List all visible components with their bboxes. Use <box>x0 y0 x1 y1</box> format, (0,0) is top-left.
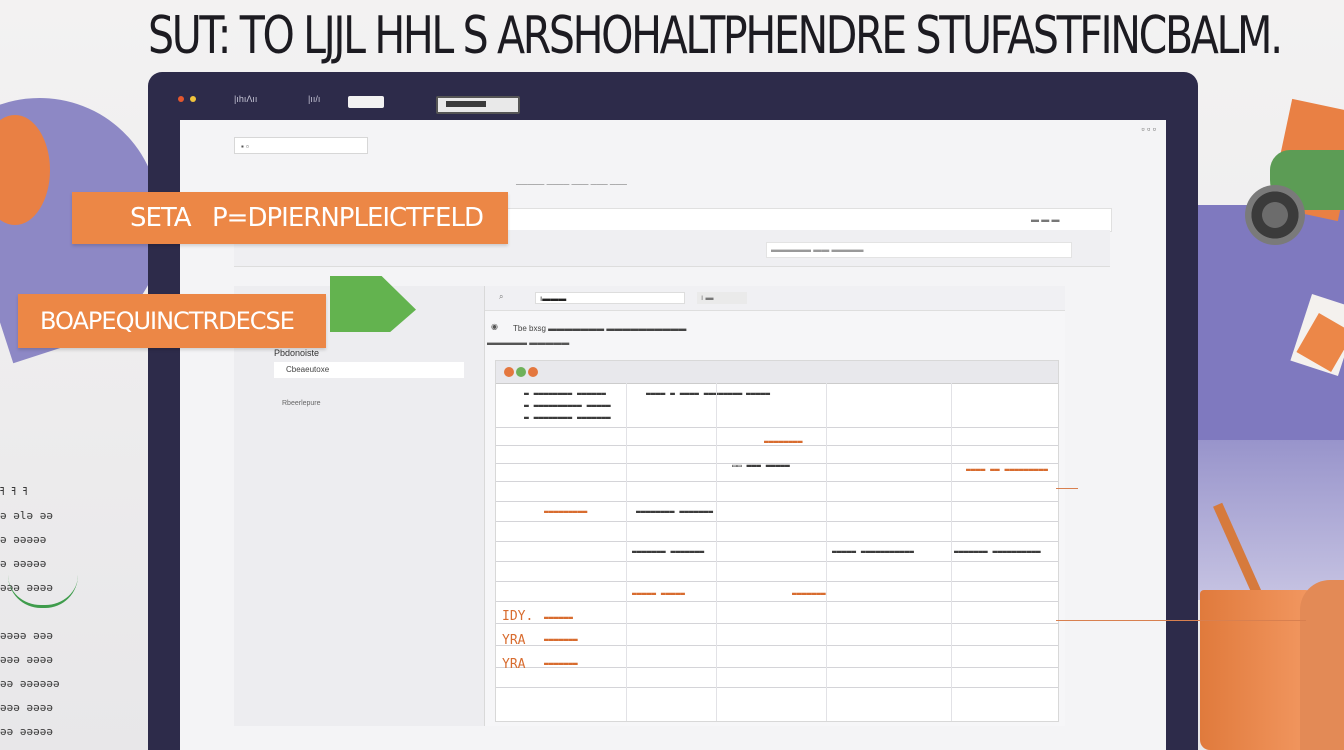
hand-note: ▬▬▬▬▬▬▬ <box>544 659 578 668</box>
grid-divider <box>496 521 1058 522</box>
column-note: ▬▬▬▬▬▬▬ ▬▬▬▬▬▬▬ <box>632 547 705 556</box>
column-note: ▬▬▬▬▬▬▬ <box>792 589 826 598</box>
grid-divider <box>496 687 1058 688</box>
label-tag-placeholder-field: SETA P=DPIERNPLEICTFELD <box>72 192 508 244</box>
hand-note: YRA <box>502 657 526 672</box>
connector-line <box>1056 488 1078 489</box>
tab-1[interactable]: |ıhıΛıı <box>234 92 257 106</box>
hand-note: ▬▬▬▬▬▬▬▬▬ <box>544 507 588 516</box>
info-line: Tbe bxsg ▬▬▬▬▬▬▬ ▬▬▬▬▬▬▬▬▬▬ <box>513 324 687 333</box>
grid-header <box>496 361 1058 384</box>
column-note: ▬▬▬▬▬ ▬▬▬▬▬ <box>632 589 685 598</box>
grid-column-divider <box>826 383 827 721</box>
data-grid: ▬ ▬▬▬▬▬▬▬▬ ▬▬▬▬▬▬ ▬▬▬▬ ▬ ▬▬▬▬ ▬▬▬▬▬▬▬▬ ▬… <box>495 360 1059 722</box>
hand-note: ▬▬▬▬ ▬▬ ▬▬▬▬▬▬▬▬▬ <box>966 465 1048 474</box>
status-dot-orange <box>504 367 514 377</box>
address-pill[interactable] <box>348 96 384 108</box>
camera-icon <box>1245 185 1305 245</box>
header-right-icons[interactable]: ▬ ▬ ▬ <box>1031 215 1059 224</box>
grid-row-1-col-2[interactable]: ▬▬▬▬ ▬ ▬▬▬▬ ▬▬▬▬▬▬▬▬ <box>646 389 742 398</box>
window-controls[interactable]: ▫ ▫ ▫ <box>1141 124 1156 134</box>
left-pane-item[interactable]: Cbeaeutoxe <box>274 362 464 378</box>
decor-orange-pot <box>1200 590 1310 750</box>
hand-note: ▬▬▬▬▬▬ <box>544 613 573 622</box>
grid-divider <box>496 541 1058 542</box>
grid-row-2-col-1[interactable]: ▬ ▬▬▬▬▬▬▬▬▬▬ ▬▬▬▬▬ <box>524 401 611 410</box>
label-tag-part-2: P=DPIERNPLEICTFELD <box>212 203 484 233</box>
content-search-field[interactable]: ı▬▬▬ <box>535 292 685 304</box>
content-pane: ⌕ ı▬▬▬ ı ▬ ◉ Tbe bxsg ▬▬▬▬▬▬▬ ▬▬▬▬▬▬▬▬▬▬… <box>485 286 1065 726</box>
grid-column-divider <box>951 383 952 721</box>
left-pane-sub[interactable]: Rbeerlepure <box>282 400 321 407</box>
hand-note: ▬▬▬▬▬▬▬▬ ▬▬▬▬▬▬▬ <box>636 507 714 516</box>
laptop-frame: |ıhıΛıı |ıı/ı ▫ ▫ ▫ ▪ ▫ ───── ──── ─── ─… <box>148 72 1198 750</box>
headline: SUT: TO LJJL HHL S ARSHOHALTPHENDRE STUF… <box>148 6 1283 66</box>
label-tag-required: BOAPEQUINCTRDECSE <box>18 294 326 348</box>
page: ߔ ߔ ߔ ǝ ǝlǝ ǝǝ ǝ ǝǝǝǝǝ ǝ ǝǝǝǝǝ ǝǝǝ ǝǝǝǝ … <box>0 0 1344 750</box>
grid-row-1-col-1[interactable]: ▬ ▬▬▬▬▬▬▬▬ ▬▬▬▬▬▬ <box>524 389 606 398</box>
info-icon: ◉ <box>491 322 498 331</box>
column-note: ▬▬▬▬▬ ▬▬▬▬▬▬▬▬▬▬▬ <box>832 547 914 556</box>
tab-2[interactable]: |ıı/ı <box>308 92 320 106</box>
minimize-icon[interactable] <box>190 96 196 102</box>
screen-toolbar[interactable]: ▪ ▫ <box>234 137 368 154</box>
hand-note: ▬▬▬▬▬▬▬▬ <box>764 437 803 446</box>
hand-note: ▭▭ ▬▬▬ ▬▬▬▬▬ <box>732 461 790 470</box>
content-toolbar: ⌕ ı▬▬▬ ı ▬ <box>485 286 1065 311</box>
grid-divider <box>496 501 1058 502</box>
grid-column-divider <box>626 383 627 721</box>
left-pane: Pbdonoiste Cbeaeutoxe Rbeerlepure <box>234 286 485 726</box>
grid-divider <box>496 427 1058 428</box>
connector-line <box>1056 620 1306 621</box>
browser-bar: |ıhıΛıı |ıı/ı <box>148 72 1198 120</box>
top-info-line: ───── ──── ─── ─── ─── <box>516 180 627 189</box>
close-icon[interactable] <box>178 96 184 102</box>
grid-row-3-col-1[interactable]: ▬ ▬▬▬▬▬▬▬▬ ▬▬▬▬▬▬▬ <box>524 413 611 422</box>
hand-note: IDY. <box>502 609 534 624</box>
grid-divider <box>496 481 1058 482</box>
grid-divider <box>496 601 1058 602</box>
hand-note: ▬▬▬▬▬▬▬ <box>544 635 578 644</box>
search-icon[interactable]: ⌕ <box>499 292 503 302</box>
decor-scribbles: ߔ ߔ ߔ ǝ ǝlǝ ǝǝ ǝ ǝǝǝǝǝ ǝ ǝǝǝǝǝ ǝǝǝ ǝǝǝǝ … <box>0 485 60 738</box>
filter-input[interactable]: ▬▬▬▬▬ ▬▬ ▬▬▬▬ <box>766 242 1072 258</box>
search-box[interactable] <box>436 96 520 114</box>
status-dot-orange-2 <box>528 367 538 377</box>
search-box-fill <box>446 101 486 107</box>
grid-divider <box>496 623 1058 624</box>
grid-divider <box>496 561 1058 562</box>
grid-divider <box>496 581 1058 582</box>
info-sub: ▬▬▬▬▬ ▬▬▬▬▬ <box>487 338 570 347</box>
decor-hand <box>1300 580 1344 750</box>
grid-row-2-col-2[interactable]: ▬▬▬▬▬ <box>746 389 770 398</box>
status-dot-green <box>516 367 526 377</box>
grid-divider <box>496 645 1058 646</box>
label-tag-part-1: SETA <box>130 203 192 233</box>
content-filter-field[interactable]: ı ▬ <box>697 292 747 304</box>
grid-column-divider <box>716 383 717 721</box>
hand-note: YRA <box>502 633 526 648</box>
left-pane-title: Pbdonoiste <box>274 348 320 358</box>
grid-divider <box>496 667 1058 668</box>
column-note: ▬▬▬▬▬▬▬ ▬▬▬▬▬▬▬▬▬▬ <box>954 547 1041 556</box>
